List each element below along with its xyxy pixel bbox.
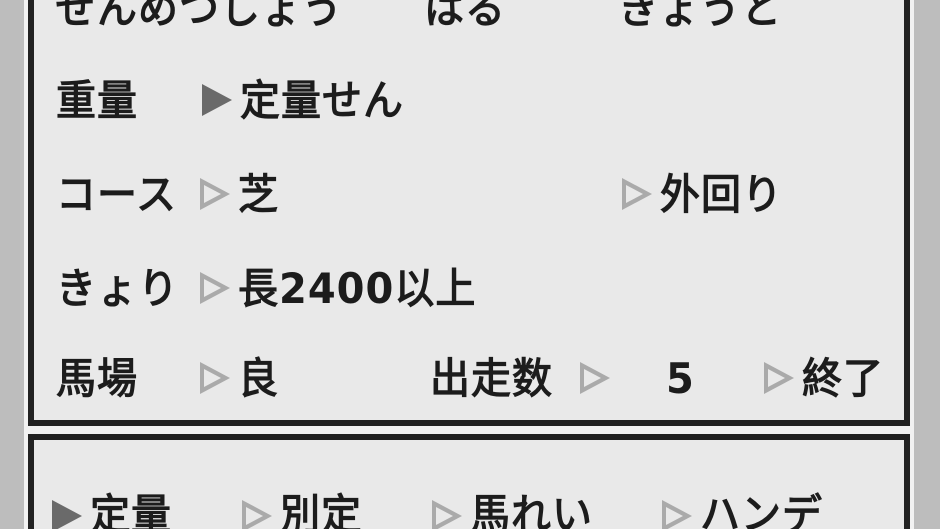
location-value: きょうと (618, 0, 782, 34)
grade-label: 重量 (56, 76, 138, 126)
course-label: コース (56, 170, 177, 220)
filled-triangle-cursor-icon (52, 500, 82, 529)
distance-option[interactable]: 長2400以上 (238, 266, 476, 312)
runners-value[interactable]: 5 (666, 356, 695, 402)
weight-type-menu: 定量 別定 馬れい ハンデ (24, 430, 914, 529)
hollow-triangle-cursor-icon (662, 500, 692, 529)
race-settings-panel: ぜんめつしょう はる きょうと 重量 定量せん コース 芝 外回り きょり 長2… (24, 0, 914, 430)
course-direction-option[interactable]: 外回り (660, 172, 783, 218)
hollow-triangle-cursor-icon (580, 362, 610, 394)
hollow-triangle-cursor-icon (200, 178, 230, 210)
track-label: 馬場 (56, 354, 138, 404)
header-label: ぜんめつしょう (56, 0, 343, 34)
hollow-triangle-cursor-icon (200, 272, 230, 304)
filled-triangle-cursor-icon (202, 84, 232, 116)
track-condition-option[interactable]: 良 (238, 356, 279, 402)
distance-label: きょり (56, 264, 179, 314)
runners-label: 出走数 (430, 354, 553, 404)
hollow-triangle-cursor-icon (432, 500, 462, 529)
hollow-triangle-cursor-icon (242, 500, 272, 529)
end-option[interactable]: 終了 (802, 356, 884, 402)
menu-item-fixed-weight[interactable]: 定量 (90, 492, 172, 529)
menu-item-allowance[interactable]: 別定 (280, 492, 362, 529)
grade-option[interactable]: 定量せん (240, 78, 404, 124)
menu-item-handicap[interactable]: ハンデ (700, 492, 823, 529)
hollow-triangle-cursor-icon (764, 362, 794, 394)
season-value: はる (424, 0, 506, 34)
hollow-triangle-cursor-icon (200, 362, 230, 394)
menu-item-age-weight[interactable]: 馬れい (470, 492, 593, 529)
course-surface-option[interactable]: 芝 (238, 172, 279, 218)
hollow-triangle-cursor-icon (622, 178, 652, 210)
